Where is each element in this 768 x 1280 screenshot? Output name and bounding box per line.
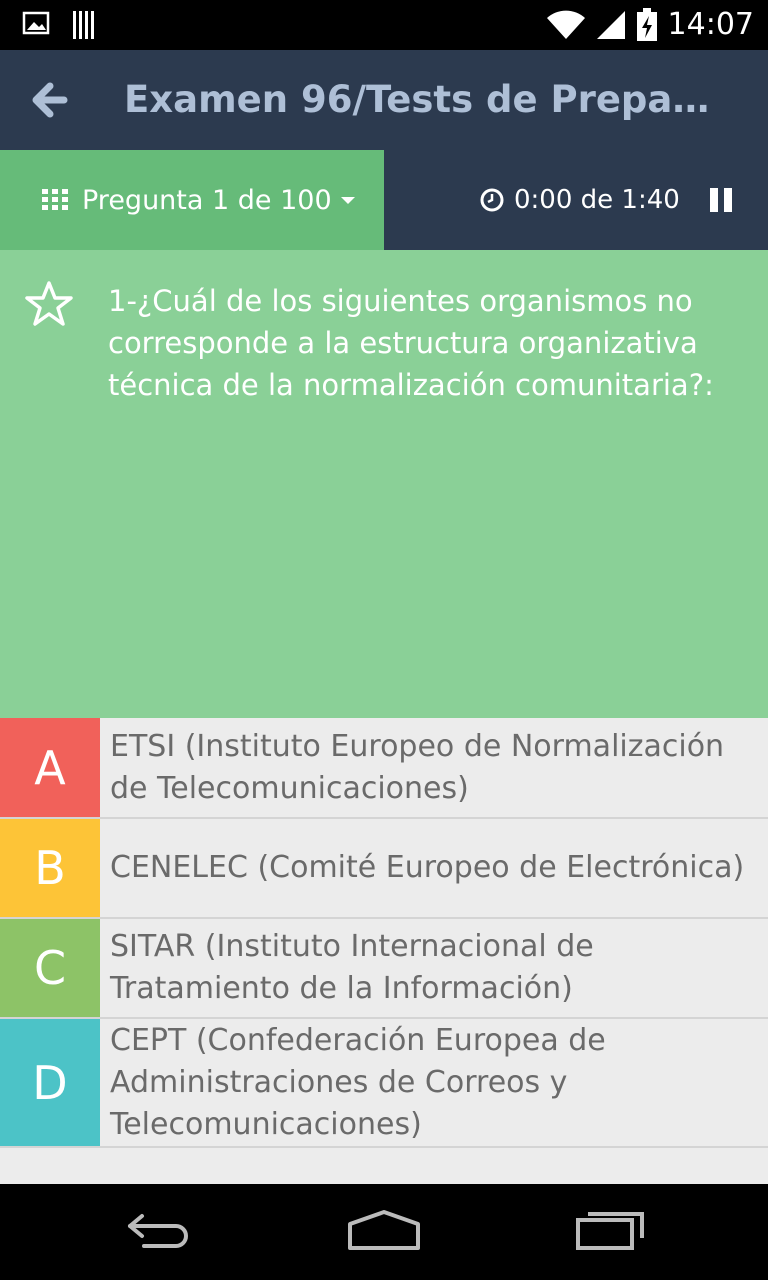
clock-icon	[480, 188, 504, 212]
answer-letter: D	[0, 1019, 100, 1146]
image-notification-icon	[22, 11, 50, 35]
answer-text: CEPT (Confederación Europea de Administr…	[110, 1022, 606, 1142]
barcode-notification-icon	[73, 11, 94, 39]
question-text: 1-¿Cuál de los siguientes organismos no …	[108, 284, 714, 402]
back-nav-icon[interactable]	[124, 1208, 196, 1252]
answer-letter: B	[0, 819, 100, 917]
wifi-icon	[546, 10, 585, 39]
answer-letter: A	[0, 718, 100, 817]
answer-list: A ETSI (Instituto Europeo de Normalizaci…	[0, 718, 768, 1148]
star-outline-icon[interactable]	[24, 280, 74, 328]
back-arrow-icon[interactable]	[28, 78, 72, 122]
answer-text: CENELEC (Comité Europeo de Electrónica)	[110, 850, 745, 885]
question-selector-button[interactable]: Pregunta 1 de 100	[0, 150, 384, 250]
answer-letter: C	[0, 919, 100, 1017]
timer-label: 0:00 de 1:40	[514, 185, 680, 215]
exam-timer: 0:00 de 1:40	[480, 150, 680, 250]
battery-charging-icon	[636, 8, 657, 41]
pause-icon[interactable]	[708, 186, 734, 214]
grid-icon	[42, 189, 68, 210]
question-card: 1-¿Cuál de los siguientes organismos no …	[0, 250, 768, 718]
question-selector-label: Pregunta 1 de 100	[82, 184, 332, 216]
page-title: Examen 96/Tests de Prepa…	[124, 78, 710, 121]
system-navigation-bar	[0, 1184, 768, 1280]
answer-text: SITAR (Instituto Internacional de Tratam…	[110, 929, 594, 1006]
exam-toolbar: Pregunta 1 de 100 0:00 de 1:40	[0, 150, 768, 250]
answer-option-a[interactable]: A ETSI (Instituto Europeo de Normalizaci…	[0, 718, 768, 819]
content-bottom-padding	[0, 1148, 768, 1184]
status-time: 14:07	[667, 7, 754, 42]
answer-text: ETSI (Instituto Europeo de Normalización…	[110, 728, 725, 806]
status-bar: 14:07	[0, 0, 768, 50]
app-bar: Examen 96/Tests de Prepa…	[0, 50, 768, 150]
answer-option-b[interactable]: B CENELEC (Comité Europeo de Electrónica…	[0, 819, 768, 919]
recent-apps-nav-icon[interactable]	[572, 1208, 648, 1252]
home-nav-icon[interactable]	[346, 1208, 422, 1252]
answer-option-c[interactable]: C SITAR (Instituto Internacional de Trat…	[0, 919, 768, 1019]
signal-icon	[596, 11, 625, 39]
answer-option-d[interactable]: D CEPT (Confederación Europea de Adminis…	[0, 1019, 768, 1148]
caret-down-icon	[340, 197, 355, 204]
